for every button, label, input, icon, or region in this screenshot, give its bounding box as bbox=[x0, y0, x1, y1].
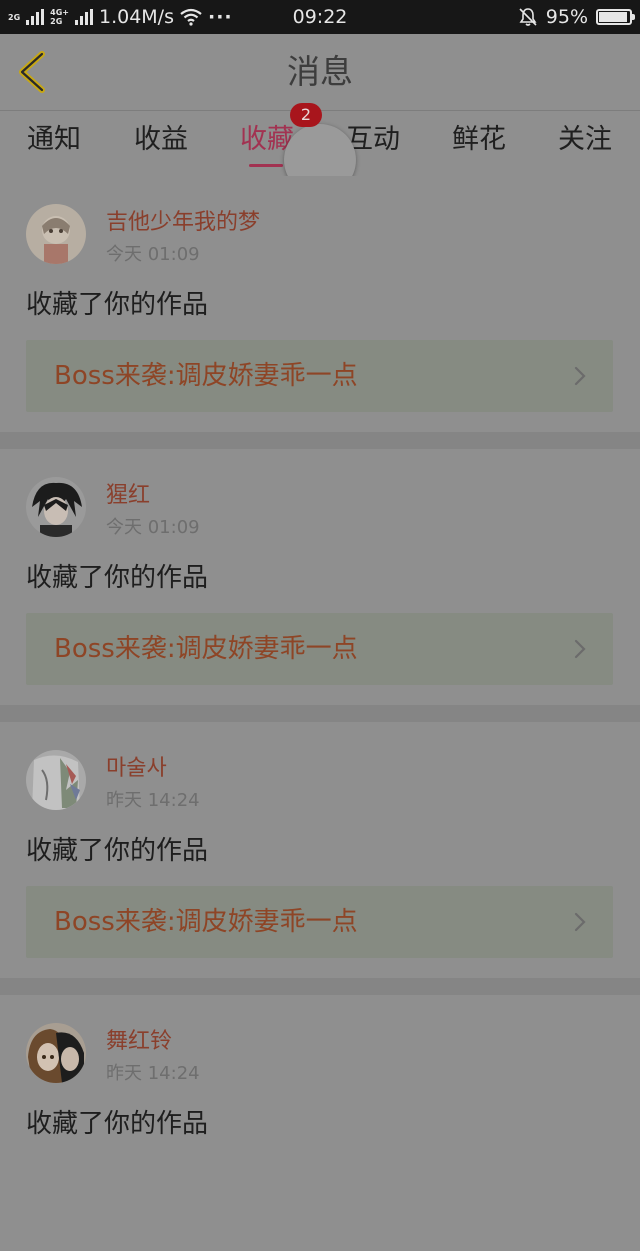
battery-icon bbox=[596, 9, 635, 25]
tab-follows[interactable]: 关注 bbox=[532, 120, 638, 160]
message-card: 舞红铃 昨天 14:24 收藏了你的作品 bbox=[0, 995, 640, 1251]
chevron-right-icon bbox=[574, 366, 586, 386]
page-title: 消息 bbox=[287, 52, 353, 91]
message-action: 收藏了你的作品 bbox=[26, 836, 209, 866]
message-action: 收藏了你的作品 bbox=[26, 290, 209, 320]
message-time: 今天 01:09 bbox=[106, 244, 200, 265]
active-tab-indicator bbox=[249, 164, 283, 167]
avatar[interactable] bbox=[26, 477, 86, 537]
message-time: 今天 01:09 bbox=[106, 517, 200, 538]
work-link[interactable]: Boss来袭:调皮娇妻乖一点 bbox=[26, 886, 613, 958]
message-card: 猩红 今天 01:09 收藏了你的作品 Boss来袭:调皮娇妻乖一点 bbox=[0, 449, 640, 705]
username[interactable]: 마술사 bbox=[106, 750, 167, 782]
tab-earnings[interactable]: 收益 bbox=[108, 120, 214, 160]
bell-muted-icon bbox=[519, 8, 537, 26]
status-right: 95% bbox=[518, 0, 635, 34]
message-card: 吉他少年我的梦 今天 01:09 收藏了你的作品 Boss来袭:调皮娇妻乖一点 bbox=[0, 176, 640, 432]
work-title: Boss来袭:调皮娇妻乖一点 bbox=[54, 361, 358, 391]
unread-badge: 2 bbox=[290, 103, 322, 127]
chevron-right-icon bbox=[574, 912, 586, 932]
username[interactable]: 舞红铃 bbox=[106, 1023, 172, 1055]
message-list: 吉他少年我的梦 今天 01:09 收藏了你的作品 Boss来袭:调皮娇妻乖一点 … bbox=[0, 176, 640, 1251]
status-bar: 2G 4G+ 2G 1.04M/s ··· 09:22 95% bbox=[0, 0, 640, 34]
message-action: 收藏了你的作品 bbox=[26, 563, 209, 593]
divider bbox=[0, 705, 640, 722]
message-time: 昨天 14:24 bbox=[106, 790, 200, 811]
avatar[interactable] bbox=[26, 1023, 86, 1083]
username[interactable]: 吉他少年我的梦 bbox=[106, 204, 260, 236]
work-link[interactable]: Boss来袭:调皮娇妻乖一点 bbox=[26, 340, 613, 412]
message-card: 마술사 昨天 14:24 收藏了你的作品 Boss来袭:调皮娇妻乖一点 bbox=[0, 722, 640, 978]
avatar[interactable] bbox=[26, 750, 86, 810]
divider bbox=[0, 432, 640, 449]
work-title: Boss来袭:调皮娇妻乖一点 bbox=[54, 907, 358, 937]
tab-notifications[interactable]: 通知 bbox=[1, 120, 107, 160]
tab-flowers[interactable]: 鲜花 bbox=[426, 120, 532, 160]
message-time: 昨天 14:24 bbox=[106, 1063, 200, 1084]
avatar[interactable] bbox=[26, 204, 86, 264]
work-title: Boss来袭:调皮娇妻乖一点 bbox=[54, 634, 358, 664]
username[interactable]: 猩红 bbox=[106, 477, 150, 509]
battery-percent: 95% bbox=[545, 6, 588, 28]
divider bbox=[0, 978, 640, 995]
top-navbar: 消息 bbox=[0, 34, 640, 111]
chevron-right-icon bbox=[574, 639, 586, 659]
message-action: 收藏了你的作品 bbox=[26, 1109, 209, 1139]
work-link[interactable]: Boss来袭:调皮娇妻乖一点 bbox=[26, 613, 613, 685]
